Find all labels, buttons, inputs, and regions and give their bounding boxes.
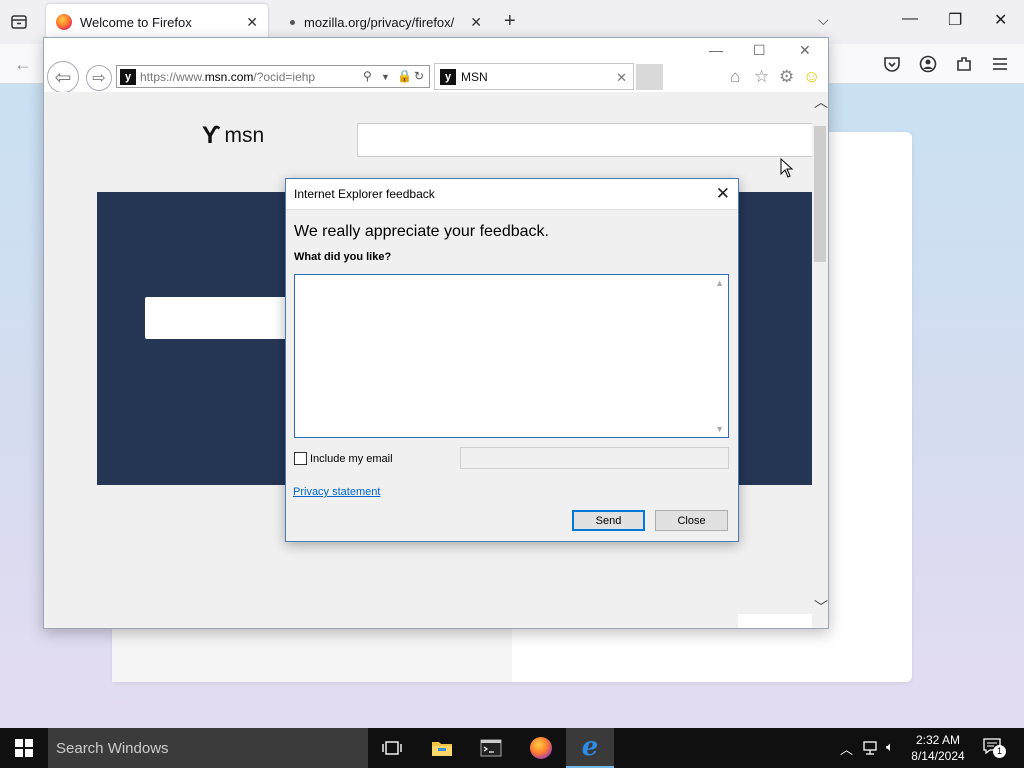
search-icon[interactable]: ⚲: [363, 69, 372, 83]
scroll-down-icon[interactable]: ﹀: [814, 597, 828, 617]
account-icon[interactable]: [918, 54, 938, 74]
mouse-cursor-icon: [780, 158, 794, 178]
firefox-logo-icon: [56, 14, 72, 30]
minimize-icon[interactable]: —: [902, 10, 918, 28]
maximize-icon[interactable]: ☐: [753, 42, 766, 59]
close-tab-icon[interactable]: ✕: [470, 14, 482, 31]
include-email-row: Include my email: [294, 452, 393, 465]
feedback-question-label: What did you like?: [294, 251, 392, 263]
extensions-icon[interactable]: [954, 54, 974, 74]
close-tab-icon[interactable]: ✕: [616, 70, 627, 86]
windows-logo-icon: [15, 739, 33, 757]
dropdown-icon[interactable]: ▼: [381, 72, 390, 82]
forward-arrow-icon[interactable]: ⇨: [86, 65, 112, 91]
close-window-icon[interactable]: ✕: [994, 10, 1007, 30]
dialog-title: Internet Explorer feedback: [294, 187, 435, 201]
minimize-icon[interactable]: —: [709, 42, 723, 58]
pocket-icon[interactable]: [882, 54, 902, 74]
msn-butterfly-icon: ϒ: [202, 122, 221, 149]
home-icon[interactable]: ⌂: [730, 67, 740, 87]
msn-favicon-icon: y: [440, 68, 456, 85]
include-email-label[interactable]: Include my email: [310, 453, 393, 465]
msn-logo[interactable]: ϒ msn: [202, 122, 264, 150]
firefox-tab-privacy[interactable]: mozilla.org/privacy/firefox/ ✕: [278, 4, 492, 40]
address-url[interactable]: https://www.msn.com/?ocid=iehp: [140, 70, 315, 84]
scroll-thumb[interactable]: [814, 126, 826, 262]
new-tab-button[interactable]: +: [504, 10, 516, 33]
back-arrow-icon[interactable]: ⇦: [47, 61, 79, 93]
scroll-up-icon[interactable]: ▲: [715, 278, 724, 288]
refresh-icon[interactable]: ↻: [414, 69, 424, 83]
msn-favicon-icon: y: [120, 68, 136, 85]
feedback-textarea[interactable]: ▲ ▼: [294, 274, 729, 438]
feedback-dialog: Internet Explorer feedback ✕ We really a…: [285, 178, 739, 542]
msn-search-input[interactable]: [357, 123, 812, 157]
close-tab-icon[interactable]: ✕: [246, 14, 258, 31]
msn-bottom-element: [738, 614, 812, 628]
notification-center-icon[interactable]: 1: [982, 737, 1006, 758]
dialog-title-bar: Internet Explorer feedback ✕: [286, 179, 738, 210]
windows-taskbar: Search Windows e ︿ 🔈︎ 2:32 AM 8/14/2024 …: [0, 728, 1024, 768]
send-button[interactable]: Send: [572, 510, 645, 531]
background-page-footer: [112, 628, 512, 682]
privacy-statement-link[interactable]: Privacy statement: [293, 486, 380, 498]
internet-explorer-icon[interactable]: e: [566, 728, 614, 768]
network-icon[interactable]: [862, 740, 880, 756]
start-button[interactable]: [0, 728, 48, 768]
vertical-scrollbar[interactable]: ︿ ﹀: [812, 92, 828, 628]
email-field: [460, 447, 729, 469]
ie-title-bar: — ☐ ✕: [44, 38, 828, 62]
clock-date: 8/14/2024: [911, 749, 965, 763]
file-explorer-icon[interactable]: [418, 728, 466, 768]
terminal-icon[interactable]: [467, 728, 515, 768]
notification-count-badge: 1: [993, 745, 1006, 758]
scroll-down-icon[interactable]: ▼: [715, 424, 724, 434]
taskbar-search-input[interactable]: Search Windows: [48, 728, 368, 768]
restore-icon[interactable]: ❐: [948, 10, 962, 30]
tab-dot-icon: [290, 19, 295, 25]
msn-banner-input[interactable]: [145, 297, 295, 339]
list-all-tabs-icon[interactable]: [10, 13, 28, 31]
gear-icon[interactable]: ⚙: [779, 67, 794, 87]
tab-label: mozilla.org/privacy/firefox/: [304, 14, 455, 30]
clock-time: 2:32 AM: [915, 733, 961, 747]
back-arrow-icon[interactable]: ←: [14, 54, 32, 75]
ie-tab-msn[interactable]: y MSN ✕: [434, 63, 634, 90]
search-placeholder: Search Windows: [56, 739, 169, 757]
lock-icon[interactable]: 🔒: [397, 69, 412, 83]
address-bar[interactable]: y https://www.msn.com/?ocid=iehp ⚲ ▼ 🔒 ↻: [116, 65, 430, 88]
new-tab-button[interactable]: [636, 64, 663, 90]
dialog-heading: We really appreciate your feedback.: [294, 223, 549, 240]
chevron-down-icon[interactable]: ⌵: [818, 12, 829, 29]
close-icon[interactable]: ✕: [716, 184, 730, 204]
chevron-up-icon[interactable]: ︿: [840, 739, 853, 758]
close-button[interactable]: Close: [655, 510, 728, 531]
firefox-tab-welcome[interactable]: Welcome to Firefox ✕: [46, 4, 268, 40]
close-window-icon[interactable]: ✕: [799, 42, 811, 59]
taskbar-clock[interactable]: 2:32 AM 8/14/2024: [900, 732, 976, 764]
ie-toolbar: ⇦ ⇨ y https://www.msn.com/?ocid=iehp ⚲ ▼…: [44, 60, 828, 93]
menu-icon[interactable]: [990, 54, 1010, 74]
tab-label: Welcome to Firefox: [80, 14, 192, 30]
msn-logo-text: msn: [224, 124, 265, 147]
firefox-icon[interactable]: [517, 728, 565, 768]
smiley-feedback-icon[interactable]: ☺: [803, 67, 820, 87]
include-email-checkbox[interactable]: [294, 452, 307, 465]
volume-icon[interactable]: 🔈︎: [886, 739, 894, 755]
favorites-star-icon[interactable]: ☆: [754, 67, 769, 87]
tab-label: MSN: [461, 69, 488, 84]
scroll-up-icon[interactable]: ︿: [814, 92, 828, 112]
task-view-icon[interactable]: [368, 728, 416, 768]
